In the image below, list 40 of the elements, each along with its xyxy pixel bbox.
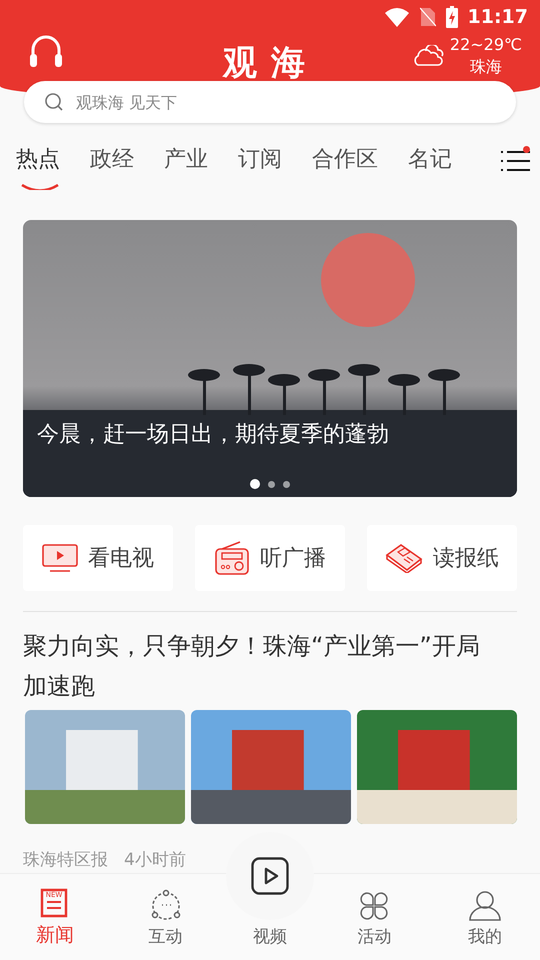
article-time: 4小时前 bbox=[124, 849, 186, 871]
quick-link-button[interactable]: 看电视 bbox=[23, 525, 173, 591]
nav-tab[interactable]: 活动 bbox=[319, 874, 430, 960]
tab-underline-icon bbox=[20, 184, 60, 190]
quick-link-button[interactable]: 读报纸 bbox=[367, 525, 517, 591]
article-headline[interactable]: 聚力向实，只争朝夕！珠海“产业第一”开局加速跑 bbox=[23, 626, 493, 706]
search-field[interactable]: 观珠海 见天下 bbox=[74, 92, 496, 112]
channel-tab[interactable]: 产业 bbox=[164, 144, 208, 190]
no-sim-icon bbox=[420, 7, 436, 27]
four-petal-icon bbox=[359, 891, 390, 921]
channel-tab[interactable]: 合作区 bbox=[312, 144, 378, 190]
newspaper-icon bbox=[385, 543, 423, 573]
sunset-photo[interactable] bbox=[23, 220, 517, 497]
channel-tab[interactable]: 名记 bbox=[408, 144, 452, 190]
channel-tab[interactable]: 热点 bbox=[16, 144, 60, 190]
tv-icon bbox=[42, 544, 78, 572]
play-icon bbox=[251, 857, 290, 895]
nav-label[interactable]: 视频 bbox=[253, 925, 288, 948]
battery-charging-icon bbox=[446, 6, 458, 28]
channel-tab[interactable]: 订阅 bbox=[238, 144, 282, 190]
wifi-icon bbox=[384, 7, 410, 27]
crowd-photo[interactable] bbox=[357, 710, 517, 824]
headphones-icon bbox=[28, 34, 64, 68]
radio-icon bbox=[214, 541, 250, 575]
aerial-photo[interactable] bbox=[25, 710, 185, 824]
menu-icon[interactable] bbox=[501, 150, 531, 172]
temperature-range: 22~29℃ bbox=[450, 34, 522, 56]
status-time: 11:17 bbox=[468, 6, 528, 28]
search-bar[interactable]: 观珠海 见天下 bbox=[24, 81, 516, 123]
channel-tab[interactable]: 政经 bbox=[90, 144, 134, 190]
city-name: 珠海 bbox=[470, 56, 502, 78]
cloud-icon bbox=[412, 45, 444, 67]
search-icon bbox=[44, 92, 64, 112]
stage-photo[interactable] bbox=[191, 710, 351, 824]
nav-tab[interactable]: 我的 bbox=[430, 874, 540, 960]
quick-link-button[interactable]: 听广播 bbox=[195, 525, 345, 591]
nav-tab[interactable]: 互动 bbox=[110, 874, 221, 960]
article-source: 珠海特区报 bbox=[23, 849, 108, 871]
chat-circle-icon bbox=[150, 889, 182, 921]
person-icon bbox=[468, 891, 501, 921]
